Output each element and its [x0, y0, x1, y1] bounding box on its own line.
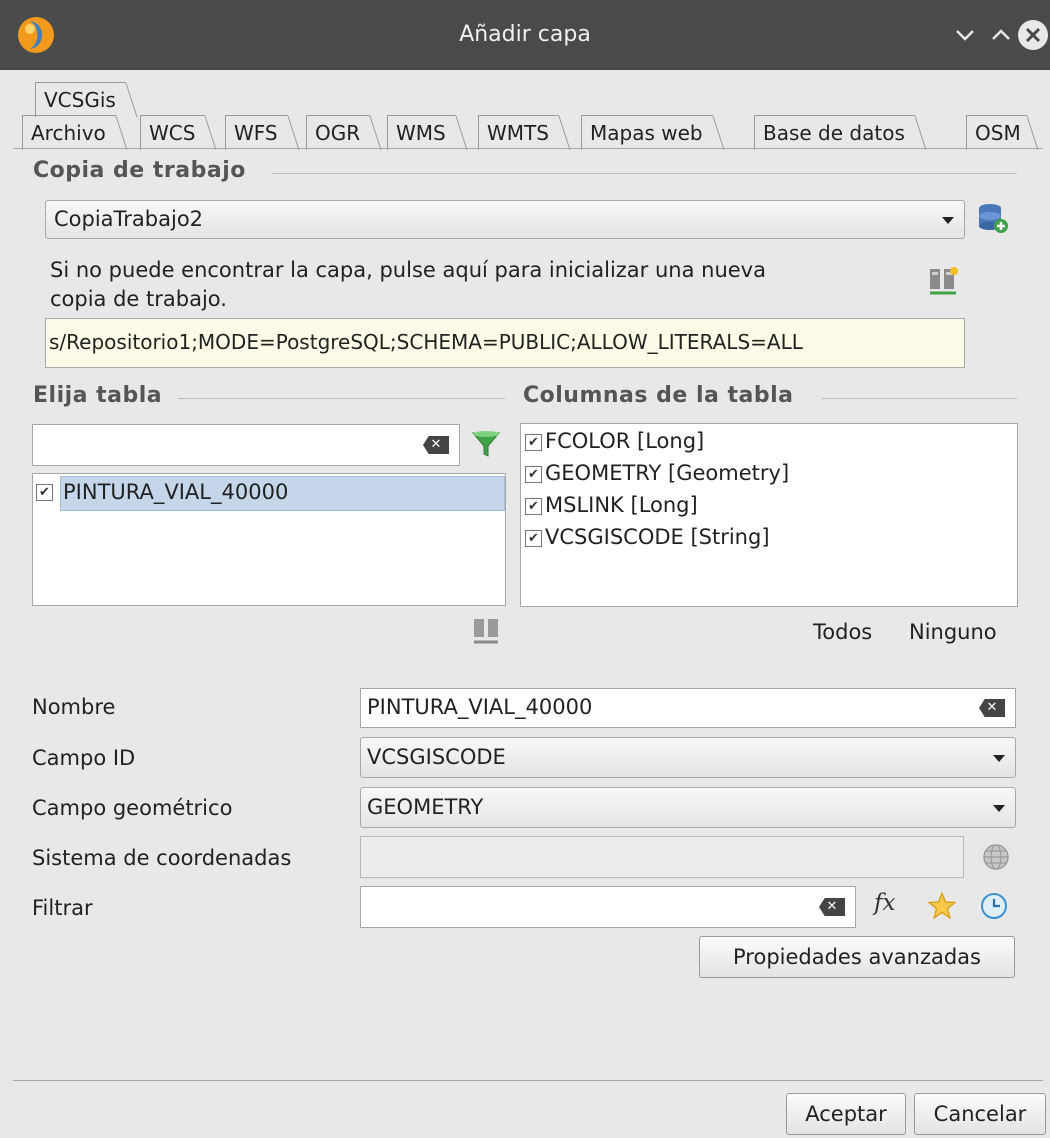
clear-icon[interactable]: ✕ [819, 898, 845, 916]
history-clock-icon[interactable] [978, 890, 1010, 922]
tab-label: WMTS [487, 121, 549, 145]
globe-icon[interactable] [981, 842, 1011, 872]
tab-label: WCS [149, 121, 196, 145]
footer-divider [13, 1080, 1043, 1081]
column-item-label: GEOMETRY [Geometry] [545, 461, 790, 485]
tab-label: Base de datos [763, 121, 905, 145]
refresh-tables-icon[interactable] [470, 615, 502, 647]
tables-list[interactable]: ✔ PINTURA_VIAL_40000 [32, 473, 506, 606]
tab-label: Mapas web [590, 121, 703, 145]
working-copy-select[interactable]: CopiaTrabajo2 [45, 200, 965, 239]
section-title-working-copy: Copia de trabajo [33, 158, 246, 183]
clear-icon[interactable]: ✕ [979, 699, 1005, 717]
init-working-copy-icon[interactable] [926, 265, 960, 299]
geom-field-select-value: GEOMETRY [367, 795, 484, 819]
id-field-select[interactable]: VCSGISCODE [360, 737, 1016, 778]
clear-icon[interactable]: ✕ [423, 436, 449, 454]
cancel-button[interactable]: Cancelar [914, 1093, 1046, 1135]
checkbox[interactable]: ✔ [525, 497, 542, 515]
geom-field-select[interactable]: GEOMETRY [360, 787, 1016, 828]
connection-string-value: s/Repositorio1;MODE=PostgreSQL;SCHEMA=PU… [49, 330, 803, 354]
column-item-label: VCSGISCODE [String] [545, 525, 770, 549]
close-icon[interactable] [1017, 19, 1049, 51]
list-item[interactable]: ✔ VCSGISCODE [String] [525, 525, 770, 549]
working-copy-hint-line: Si no puede encontrar la capa, pulse aqu… [50, 258, 766, 282]
tab-osm[interactable]: OSM [966, 115, 1027, 150]
tab-ogr[interactable]: OGR [306, 115, 371, 150]
checkbox[interactable]: ✔ [36, 484, 53, 501]
working-copy-hint: Si no puede encontrar la capa, pulse aqu… [50, 256, 920, 314]
filter-label: Filtrar [32, 896, 93, 920]
id-field-select-value: VCSGISCODE [367, 745, 506, 769]
tab-label: OGR [315, 121, 361, 145]
select-none-link[interactable]: Ninguno [909, 620, 997, 644]
tab-label: WMS [396, 121, 446, 145]
chevron-down-icon [942, 217, 954, 224]
list-item[interactable]: ✔ FCOLOR [Long] [525, 429, 704, 453]
list-item[interactable]: ✔ MSLINK [Long] [525, 493, 698, 517]
name-input-value: PINTURA_VIAL_40000 [367, 695, 593, 719]
column-item-label: MSLINK [Long] [545, 493, 698, 517]
tab-vcsgis[interactable]: VCSGis [35, 82, 126, 117]
connection-string-field[interactable]: s/Repositorio1;MODE=PostgreSQL;SCHEMA=PU… [45, 318, 965, 368]
tab-label: WFS [234, 121, 278, 145]
tab-wms[interactable]: WMS [387, 115, 456, 150]
select-all-link[interactable]: Todos [813, 620, 872, 644]
tab-mapas-web[interactable]: Mapas web [581, 115, 713, 150]
table-filter-input[interactable]: ✕ [32, 424, 460, 466]
section-title-tables: Elija tabla [33, 383, 163, 408]
tab-label: Archivo [31, 121, 106, 145]
accept-button[interactable]: Aceptar [786, 1093, 906, 1135]
database-add-icon[interactable] [976, 201, 1010, 235]
tab-wmts[interactable]: WMTS [478, 115, 559, 150]
star-icon[interactable] [926, 890, 958, 922]
expression-fx-icon[interactable]: fx [874, 890, 908, 922]
geom-field-label: Campo geométrico [32, 796, 233, 820]
minimize-icon[interactable] [948, 18, 982, 52]
checkbox[interactable]: ✔ [525, 529, 542, 547]
name-label: Nombre [32, 695, 116, 719]
checkbox[interactable]: ✔ [525, 465, 542, 483]
columns-list[interactable]: ✔ FCOLOR [Long] ✔ GEOMETRY [Geometry] ✔ MSL… [520, 423, 1018, 607]
filter-input[interactable]: ✕ [360, 886, 856, 928]
window-title: Añadir capa [459, 22, 591, 47]
working-copy-hint-line: copia de trabajo. [50, 287, 227, 311]
divider [178, 398, 505, 399]
tab-archivo[interactable]: Archivo [22, 115, 116, 150]
tab-label: OSM [975, 121, 1021, 145]
divider [272, 173, 1017, 174]
tab-label: VCSGis [44, 88, 116, 112]
divider [822, 398, 1017, 399]
chevron-down-icon [993, 755, 1005, 762]
filter-icon[interactable] [470, 428, 502, 460]
chevron-down-icon [993, 805, 1005, 812]
table-item-label: PINTURA_VIAL_40000 [63, 480, 289, 504]
checkbox[interactable]: ✔ [525, 433, 542, 451]
crs-label: Sistema de coordenadas [32, 846, 292, 870]
name-input[interactable]: PINTURA_VIAL_40000 ✕ [360, 688, 1016, 728]
tab-wfs[interactable]: WFS [225, 115, 288, 150]
section-title-columns: Columnas de la tabla [523, 383, 794, 408]
advanced-properties-button[interactable]: Propiedades avanzadas [699, 936, 1015, 978]
id-field-label: Campo ID [32, 746, 136, 770]
list-item[interactable]: ✔ GEOMETRY [Geometry] [525, 461, 789, 485]
column-item-label: FCOLOR [Long] [545, 429, 705, 453]
tab-base-de-datos[interactable]: Base de datos [754, 115, 915, 150]
crs-field [360, 836, 964, 878]
working-copy-select-value: CopiaTrabajo2 [54, 207, 204, 231]
tab-wcs[interactable]: WCS [140, 115, 206, 150]
maximize-icon[interactable] [984, 18, 1018, 52]
